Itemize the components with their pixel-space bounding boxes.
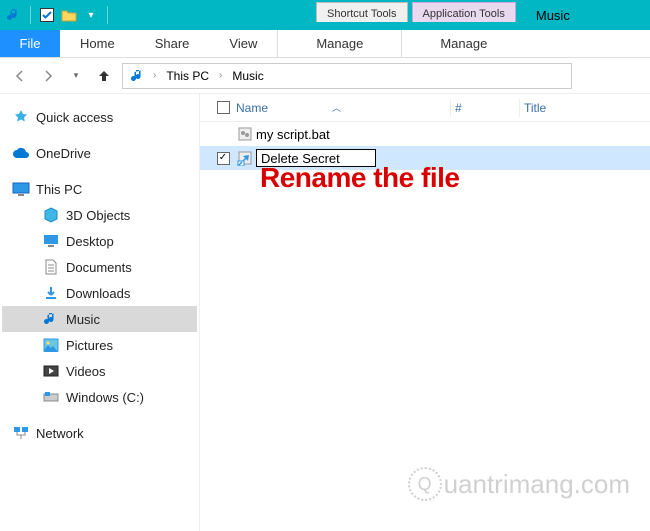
tree-windows-c[interactable]: Windows (C:) [2, 384, 197, 410]
tree-label: 3D Objects [66, 208, 130, 223]
tree-label: Windows (C:) [66, 390, 144, 405]
tree-downloads[interactable]: Downloads [2, 280, 197, 306]
application-tools-header[interactable]: Application Tools [412, 2, 516, 22]
titlebar: ▾ Shortcut Tools Application Tools Music [0, 0, 650, 30]
network-icon [12, 424, 30, 442]
watermark: Q uantrimang.com [408, 467, 630, 501]
tree-documents[interactable]: Documents [2, 254, 197, 280]
folder-icon[interactable] [61, 7, 77, 23]
separator [107, 6, 108, 24]
tree-music[interactable]: Music [2, 306, 197, 332]
shortcut-tools-header[interactable]: Shortcut Tools [316, 2, 408, 22]
file-name: my script.bat [256, 127, 330, 142]
tab-share[interactable]: Share [135, 30, 210, 57]
tree-pictures[interactable]: Pictures [2, 332, 197, 358]
ribbon-tabs: File Home Share View Manage Manage [0, 30, 650, 58]
video-icon [42, 362, 60, 380]
tab-file[interactable]: File [0, 30, 60, 57]
tab-home[interactable]: Home [60, 30, 135, 57]
tab-manage-shortcut[interactable]: Manage [277, 30, 401, 57]
picture-icon [42, 336, 60, 354]
annotation-text: Rename the file [260, 162, 459, 194]
music-note-icon [129, 67, 147, 85]
column-title[interactable]: Title [524, 101, 624, 115]
tab-manage-application[interactable]: Manage [401, 30, 525, 57]
tree-network[interactable]: Network [2, 420, 197, 446]
chevron-right-icon[interactable]: › [217, 70, 224, 81]
tree-label: Music [66, 312, 100, 327]
checkbox-checked-icon[interactable]: ✓ [217, 152, 230, 165]
tree-label: Documents [66, 260, 132, 275]
chevron-right-icon[interactable]: › [151, 70, 158, 81]
address-bar[interactable]: › This PC › Music [122, 63, 572, 89]
tree-videos[interactable]: Videos [2, 358, 197, 384]
desktop-icon [42, 232, 60, 250]
navigation-bar: ▾ › This PC › Music [0, 58, 650, 94]
recent-dropdown[interactable]: ▾ [66, 66, 86, 86]
back-button[interactable] [10, 66, 30, 86]
column-checkbox[interactable] [210, 101, 236, 114]
monitor-icon [12, 180, 30, 198]
shortcut-icon [236, 149, 254, 167]
bat-file-icon [236, 125, 254, 143]
tree-label: Downloads [66, 286, 130, 301]
tree-label: Quick access [36, 110, 113, 125]
column-headers: Name ︿ # Title [200, 94, 650, 122]
tree-label: Pictures [66, 338, 113, 353]
tree-3d-objects[interactable]: 3D Objects [2, 202, 197, 228]
drive-icon [42, 388, 60, 406]
music-note-icon [42, 310, 60, 328]
file-row[interactable]: my script.bat [200, 122, 650, 146]
tree-onedrive[interactable]: OneDrive [2, 140, 197, 166]
cloud-icon [12, 144, 30, 162]
document-icon [42, 258, 60, 276]
breadcrumb-this-pc[interactable]: This PC [162, 67, 213, 85]
checkbox-icon[interactable] [39, 7, 55, 23]
watermark-text: uantrimang.com [444, 469, 630, 500]
tree-this-pc[interactable]: This PC [2, 176, 197, 202]
column-name[interactable]: Name ︿ [236, 101, 446, 115]
chevron-down-icon[interactable]: ▾ [83, 7, 99, 23]
sort-ascending-icon: ︿ [332, 101, 341, 114]
download-icon [42, 284, 60, 302]
column-label: Name [236, 101, 268, 115]
tree-label: OneDrive [36, 146, 91, 161]
tree-label: Network [36, 426, 84, 441]
tab-view[interactable]: View [209, 30, 277, 57]
quick-access-toolbar: ▾ [0, 0, 116, 30]
column-track-number[interactable]: # [455, 101, 515, 115]
checkbox-icon[interactable] [217, 101, 230, 114]
tree-quick-access[interactable]: Quick access [2, 104, 197, 130]
contextual-tabs-header: Shortcut Tools Application Tools [316, 0, 520, 30]
tree-label: Desktop [66, 234, 114, 249]
file-list-pane[interactable]: Name ︿ # Title my script.bat ✓ Rename t [200, 94, 650, 531]
breadcrumb-music[interactable]: Music [228, 67, 267, 85]
navigation-pane[interactable]: Quick access OneDrive This PC 3D Objects [0, 94, 200, 531]
tree-label: Videos [66, 364, 106, 379]
separator [30, 6, 31, 24]
star-icon [12, 108, 30, 126]
music-note-icon [6, 7, 22, 23]
window-title: Music [520, 0, 586, 30]
explorer-body: Quick access OneDrive This PC 3D Objects [0, 94, 650, 531]
tree-label: This PC [36, 182, 82, 197]
up-button[interactable] [94, 66, 114, 86]
forward-button[interactable] [38, 66, 58, 86]
watermark-globe-icon: Q [408, 467, 442, 501]
cube-icon [42, 206, 60, 224]
tree-desktop[interactable]: Desktop [2, 228, 197, 254]
